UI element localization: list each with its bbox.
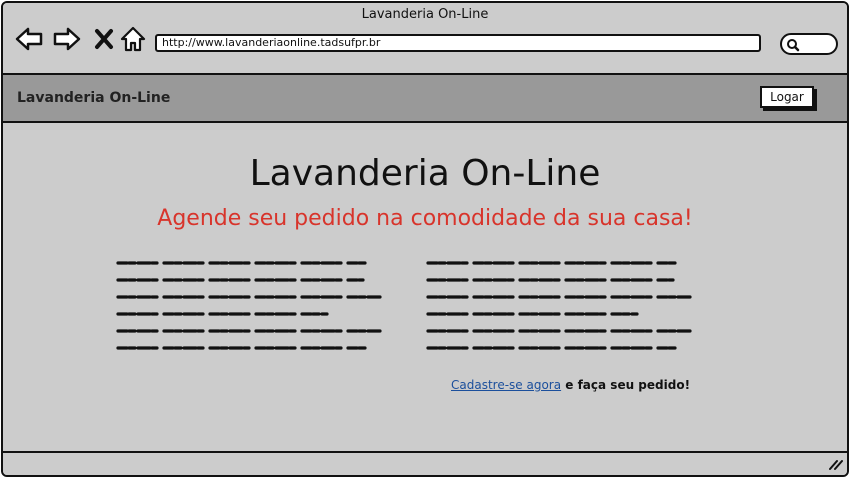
site-header: Lavanderia On-Line Logar <box>3 75 847 123</box>
signup-link[interactable]: Cadastre-se agora <box>451 378 561 392</box>
forward-arrow-icon[interactable] <box>53 25 81 53</box>
back-arrow-icon[interactable] <box>15 25 43 53</box>
status-bar <box>3 451 847 475</box>
page-subtitle: Agende seu pedido na comodidade da sua c… <box>157 206 693 231</box>
search-field[interactable] <box>780 33 838 55</box>
login-button[interactable]: Logar <box>760 86 814 108</box>
close-icon[interactable] <box>93 25 121 53</box>
placeholder-text-block-left <box>116 261 382 350</box>
window-title: Lavanderia On-Line <box>361 7 489 22</box>
search-icon <box>787 39 800 52</box>
placeholder-text-block-right <box>426 261 692 350</box>
resize-grip-icon[interactable] <box>827 456 843 475</box>
browser-toolbar: Lavanderia On-Line http://www.lavanderia… <box>3 3 847 75</box>
signup-suffix: e faça seu pedido! <box>561 378 691 392</box>
signup-prompt: Cadastre-se agora e faça seu pedido! <box>451 378 690 392</box>
home-icon[interactable] <box>119 25 147 53</box>
site-name: Lavanderia On-Line <box>17 90 171 106</box>
browser-window: Lavanderia On-Line http://www.lavanderia… <box>1 1 849 477</box>
address-bar[interactable]: http://www.lavanderiaonline.tadsufpr.br <box>155 34 761 52</box>
page-title: Lavanderia On-Line <box>249 153 601 194</box>
